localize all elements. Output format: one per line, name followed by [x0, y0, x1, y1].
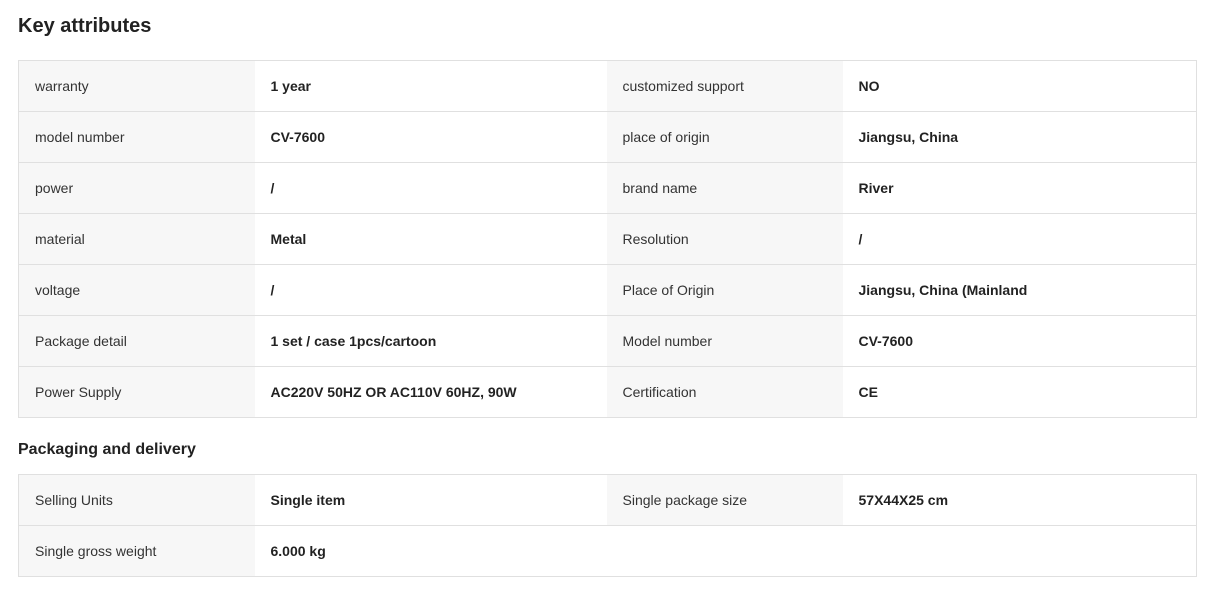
- attribute-label-place-of-origin: place of origin: [606, 111, 843, 163]
- empty-cell: [606, 525, 843, 577]
- attribute-label-certification: Certification: [606, 366, 843, 418]
- attribute-label-selling-units: Selling Units: [18, 474, 255, 526]
- packaging-delivery-table: Selling Units Single item Single package…: [18, 474, 1197, 577]
- attribute-label-brand-name: brand name: [606, 162, 843, 214]
- attribute-label-warranty: warranty: [18, 60, 255, 112]
- table-row: Package detail 1 set / case 1pcs/cartoon…: [18, 315, 1197, 367]
- table-row: voltage / Place of Origin Jiangsu, China…: [18, 264, 1197, 316]
- table-row: Power Supply AC220V 50HZ OR AC110V 60HZ,…: [18, 366, 1197, 418]
- attribute-label-voltage: voltage: [18, 264, 255, 316]
- attribute-value-voltage: /: [254, 264, 607, 316]
- attribute-label-model-number-2: Model number: [606, 315, 843, 367]
- attribute-value-package-detail: 1 set / case 1pcs/cartoon: [254, 315, 607, 367]
- attribute-value-place-of-origin-2: Jiangsu, China (Mainland: [842, 264, 1197, 316]
- attribute-value-model-number-2: CV-7600: [842, 315, 1197, 367]
- attribute-value-model-number: CV-7600: [254, 111, 607, 163]
- key-attributes-table: warranty 1 year customized support NO mo…: [18, 60, 1197, 418]
- packaging-delivery-heading: Packaging and delivery: [18, 441, 196, 458]
- attribute-value-brand-name: River: [842, 162, 1197, 214]
- attribute-label-package-detail: Package detail: [18, 315, 255, 367]
- attribute-value-material: Metal: [254, 213, 607, 265]
- attribute-value-certification: CE: [842, 366, 1197, 418]
- table-row: Single gross weight 6.000 kg: [18, 525, 1197, 577]
- attribute-value-place-of-origin: Jiangsu, China: [842, 111, 1197, 163]
- attribute-label-material: material: [18, 213, 255, 265]
- table-row: model number CV-7600 place of origin Jia…: [18, 111, 1197, 163]
- attribute-label-power-supply: Power Supply: [18, 366, 255, 418]
- table-row: warranty 1 year customized support NO: [18, 60, 1197, 112]
- table-row: power / brand name River: [18, 162, 1197, 214]
- attribute-value-single-package-size: 57X44X25 cm: [842, 474, 1197, 526]
- attribute-label-power: power: [18, 162, 255, 214]
- attribute-label-model-number: model number: [18, 111, 255, 163]
- attribute-label-single-gross-weight: Single gross weight: [18, 525, 255, 577]
- empty-cell: [842, 525, 1197, 577]
- key-attributes-heading: Key attributes: [18, 15, 152, 37]
- table-row: Selling Units Single item Single package…: [18, 474, 1197, 526]
- attribute-value-selling-units: Single item: [254, 474, 607, 526]
- attribute-value-single-gross-weight: 6.000 kg: [254, 525, 607, 577]
- table-row: material Metal Resolution /: [18, 213, 1197, 265]
- attribute-value-resolution: /: [842, 213, 1197, 265]
- attribute-value-power-supply: AC220V 50HZ OR AC110V 60HZ, 90W: [254, 366, 607, 418]
- attribute-value-customized-support: NO: [842, 60, 1197, 112]
- attribute-value-power: /: [254, 162, 607, 214]
- attribute-value-warranty: 1 year: [254, 60, 607, 112]
- attribute-label-resolution: Resolution: [606, 213, 843, 265]
- attribute-label-customized-support: customized support: [606, 60, 843, 112]
- attribute-label-single-package-size: Single package size: [606, 474, 843, 526]
- attribute-label-place-of-origin-2: Place of Origin: [606, 264, 843, 316]
